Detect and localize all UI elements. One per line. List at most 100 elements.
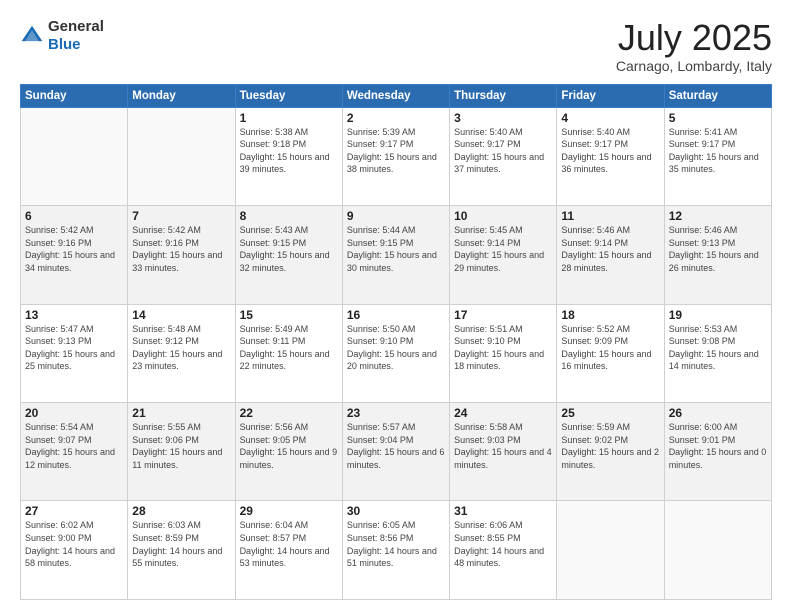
- calendar-table: Sunday Monday Tuesday Wednesday Thursday…: [20, 84, 772, 600]
- day-info: Sunrise: 5:46 AMSunset: 9:14 PMDaylight:…: [561, 224, 659, 274]
- calendar-day-cell: 9Sunrise: 5:44 AMSunset: 9:15 PMDaylight…: [342, 206, 449, 304]
- day-number: 31: [454, 504, 552, 518]
- day-info: Sunrise: 5:56 AMSunset: 9:05 PMDaylight:…: [240, 421, 338, 471]
- calendar-day-cell: 29Sunrise: 6:04 AMSunset: 8:57 PMDayligh…: [235, 501, 342, 600]
- day-number: 18: [561, 308, 659, 322]
- day-info: Sunrise: 5:39 AMSunset: 9:17 PMDaylight:…: [347, 126, 445, 176]
- day-number: 3: [454, 111, 552, 125]
- day-info: Sunrise: 5:48 AMSunset: 9:12 PMDaylight:…: [132, 323, 230, 373]
- logo: General Blue: [20, 18, 104, 54]
- calendar-day-cell: 13Sunrise: 5:47 AMSunset: 9:13 PMDayligh…: [21, 304, 128, 402]
- calendar-day-cell: [128, 107, 235, 205]
- calendar-day-cell: 31Sunrise: 6:06 AMSunset: 8:55 PMDayligh…: [450, 501, 557, 600]
- day-number: 9: [347, 209, 445, 223]
- day-info: Sunrise: 5:57 AMSunset: 9:04 PMDaylight:…: [347, 421, 445, 471]
- logo-blue-text: Blue: [48, 36, 81, 53]
- header-tuesday: Tuesday: [235, 84, 342, 107]
- logo-icon: [20, 24, 44, 48]
- day-number: 15: [240, 308, 338, 322]
- day-info: Sunrise: 6:04 AMSunset: 8:57 PMDaylight:…: [240, 519, 338, 569]
- day-number: 27: [25, 504, 123, 518]
- day-number: 30: [347, 504, 445, 518]
- day-number: 29: [240, 504, 338, 518]
- calendar-day-cell: 28Sunrise: 6:03 AMSunset: 8:59 PMDayligh…: [128, 501, 235, 600]
- day-number: 11: [561, 209, 659, 223]
- day-info: Sunrise: 5:52 AMSunset: 9:09 PMDaylight:…: [561, 323, 659, 373]
- calendar-day-cell: 24Sunrise: 5:58 AMSunset: 9:03 PMDayligh…: [450, 403, 557, 501]
- day-info: Sunrise: 5:43 AMSunset: 9:15 PMDaylight:…: [240, 224, 338, 274]
- calendar-day-cell: 2Sunrise: 5:39 AMSunset: 9:17 PMDaylight…: [342, 107, 449, 205]
- day-number: 24: [454, 406, 552, 420]
- calendar-day-cell: 3Sunrise: 5:40 AMSunset: 9:17 PMDaylight…: [450, 107, 557, 205]
- calendar-day-cell: 20Sunrise: 5:54 AMSunset: 9:07 PMDayligh…: [21, 403, 128, 501]
- day-number: 8: [240, 209, 338, 223]
- day-number: 12: [669, 209, 767, 223]
- day-info: Sunrise: 5:51 AMSunset: 9:10 PMDaylight:…: [454, 323, 552, 373]
- header-wednesday: Wednesday: [342, 84, 449, 107]
- day-number: 22: [240, 406, 338, 420]
- calendar-day-cell: 17Sunrise: 5:51 AMSunset: 9:10 PMDayligh…: [450, 304, 557, 402]
- day-info: Sunrise: 6:03 AMSunset: 8:59 PMDaylight:…: [132, 519, 230, 569]
- day-info: Sunrise: 5:44 AMSunset: 9:15 PMDaylight:…: [347, 224, 445, 274]
- day-number: 1: [240, 111, 338, 125]
- calendar-day-cell: 4Sunrise: 5:40 AMSunset: 9:17 PMDaylight…: [557, 107, 664, 205]
- month-title: July 2025: [616, 18, 772, 58]
- day-number: 21: [132, 406, 230, 420]
- calendar-day-cell: 8Sunrise: 5:43 AMSunset: 9:15 PMDaylight…: [235, 206, 342, 304]
- day-info: Sunrise: 5:58 AMSunset: 9:03 PMDaylight:…: [454, 421, 552, 471]
- calendar-page: General Blue July 2025 Carnago, Lombardy…: [0, 0, 792, 612]
- calendar-day-cell: 23Sunrise: 5:57 AMSunset: 9:04 PMDayligh…: [342, 403, 449, 501]
- calendar-day-cell: [664, 501, 771, 600]
- calendar-day-cell: 22Sunrise: 5:56 AMSunset: 9:05 PMDayligh…: [235, 403, 342, 501]
- day-number: 6: [25, 209, 123, 223]
- calendar-day-cell: 19Sunrise: 5:53 AMSunset: 9:08 PMDayligh…: [664, 304, 771, 402]
- day-number: 23: [347, 406, 445, 420]
- title-block: July 2025 Carnago, Lombardy, Italy: [616, 18, 772, 74]
- day-info: Sunrise: 5:47 AMSunset: 9:13 PMDaylight:…: [25, 323, 123, 373]
- header-thursday: Thursday: [450, 84, 557, 107]
- day-number: 17: [454, 308, 552, 322]
- day-info: Sunrise: 5:40 AMSunset: 9:17 PMDaylight:…: [561, 126, 659, 176]
- header-sunday: Sunday: [21, 84, 128, 107]
- day-info: Sunrise: 6:02 AMSunset: 9:00 PMDaylight:…: [25, 519, 123, 569]
- day-number: 5: [669, 111, 767, 125]
- calendar-day-cell: [557, 501, 664, 600]
- day-number: 26: [669, 406, 767, 420]
- logo-general-text: General: [48, 18, 104, 35]
- day-info: Sunrise: 5:38 AMSunset: 9:18 PMDaylight:…: [240, 126, 338, 176]
- calendar-day-cell: 25Sunrise: 5:59 AMSunset: 9:02 PMDayligh…: [557, 403, 664, 501]
- calendar-day-cell: [21, 107, 128, 205]
- day-info: Sunrise: 5:54 AMSunset: 9:07 PMDaylight:…: [25, 421, 123, 471]
- calendar-day-cell: 27Sunrise: 6:02 AMSunset: 9:00 PMDayligh…: [21, 501, 128, 600]
- day-info: Sunrise: 5:42 AMSunset: 9:16 PMDaylight:…: [132, 224, 230, 274]
- calendar-day-cell: 6Sunrise: 5:42 AMSunset: 9:16 PMDaylight…: [21, 206, 128, 304]
- day-number: 19: [669, 308, 767, 322]
- calendar-day-cell: 5Sunrise: 5:41 AMSunset: 9:17 PMDaylight…: [664, 107, 771, 205]
- day-info: Sunrise: 5:59 AMSunset: 9:02 PMDaylight:…: [561, 421, 659, 471]
- day-info: Sunrise: 5:55 AMSunset: 9:06 PMDaylight:…: [132, 421, 230, 471]
- calendar-day-cell: 7Sunrise: 5:42 AMSunset: 9:16 PMDaylight…: [128, 206, 235, 304]
- day-number: 16: [347, 308, 445, 322]
- day-info: Sunrise: 5:53 AMSunset: 9:08 PMDaylight:…: [669, 323, 767, 373]
- header-saturday: Saturday: [664, 84, 771, 107]
- day-number: 4: [561, 111, 659, 125]
- day-number: 13: [25, 308, 123, 322]
- day-number: 20: [25, 406, 123, 420]
- day-info: Sunrise: 6:00 AMSunset: 9:01 PMDaylight:…: [669, 421, 767, 471]
- day-info: Sunrise: 6:06 AMSunset: 8:55 PMDaylight:…: [454, 519, 552, 569]
- day-info: Sunrise: 5:50 AMSunset: 9:10 PMDaylight:…: [347, 323, 445, 373]
- calendar-day-cell: 16Sunrise: 5:50 AMSunset: 9:10 PMDayligh…: [342, 304, 449, 402]
- location: Carnago, Lombardy, Italy: [616, 58, 772, 74]
- day-number: 25: [561, 406, 659, 420]
- calendar-day-cell: 30Sunrise: 6:05 AMSunset: 8:56 PMDayligh…: [342, 501, 449, 600]
- day-info: Sunrise: 5:45 AMSunset: 9:14 PMDaylight:…: [454, 224, 552, 274]
- day-info: Sunrise: 5:42 AMSunset: 9:16 PMDaylight:…: [25, 224, 123, 274]
- calendar-day-cell: 21Sunrise: 5:55 AMSunset: 9:06 PMDayligh…: [128, 403, 235, 501]
- calendar-day-cell: 15Sunrise: 5:49 AMSunset: 9:11 PMDayligh…: [235, 304, 342, 402]
- day-info: Sunrise: 6:05 AMSunset: 8:56 PMDaylight:…: [347, 519, 445, 569]
- day-number: 14: [132, 308, 230, 322]
- day-info: Sunrise: 5:49 AMSunset: 9:11 PMDaylight:…: [240, 323, 338, 373]
- calendar-day-cell: 26Sunrise: 6:00 AMSunset: 9:01 PMDayligh…: [664, 403, 771, 501]
- day-number: 2: [347, 111, 445, 125]
- calendar-day-cell: 18Sunrise: 5:52 AMSunset: 9:09 PMDayligh…: [557, 304, 664, 402]
